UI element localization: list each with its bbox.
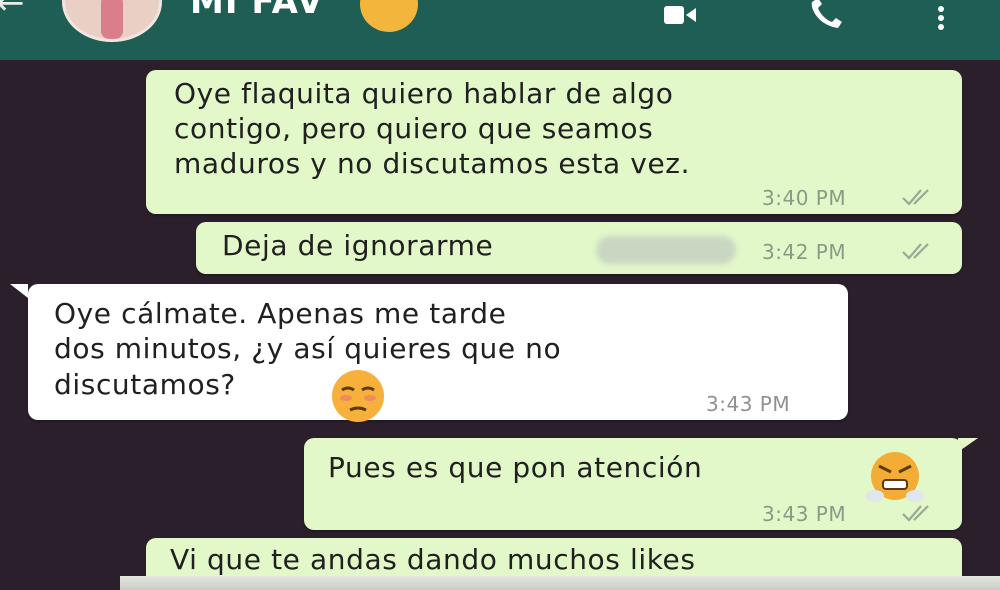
contact-name[interactable]: MI FAV — [190, 0, 324, 22]
video-call-icon[interactable] — [664, 6, 696, 24]
bottom-edge — [120, 576, 1000, 590]
more-vert-icon[interactable] — [936, 6, 946, 30]
redacted-word — [596, 236, 736, 264]
annoyed-face-emoji-icon — [332, 370, 384, 422]
heart-eyes-emoji-icon — [360, 0, 418, 32]
message-line: Vi que te andas dando muchos likes — [170, 543, 696, 576]
back-arrow-icon[interactable]: ← — [0, 0, 25, 20]
double-check-icon — [902, 505, 929, 522]
message-line: contigo, pero quiero que seamos — [174, 112, 654, 145]
message-bubble-outgoing[interactable]: Oye flaquita quiero hablar de algo conti… — [146, 70, 962, 214]
message-bubble-outgoing[interactable]: Pues es que pon atención 3:43 PM — [304, 438, 962, 530]
message-bubble-incoming[interactable]: Oye cálmate. Apenas me tarde dos minutos… — [28, 284, 848, 422]
message-time: 3:40 PM — [762, 186, 847, 210]
message-time: 3:42 PM — [762, 240, 847, 264]
message-line: Deja de ignorarme — [222, 229, 494, 262]
bubble-tail — [10, 284, 28, 298]
message-line: Pues es que pon atención — [328, 451, 703, 484]
phone-call-icon[interactable] — [808, 0, 848, 30]
avatar[interactable] — [62, 0, 162, 42]
double-check-icon — [902, 189, 929, 206]
message-line: discutamos? — [54, 368, 236, 401]
double-check-icon — [902, 243, 929, 260]
message-line: dos minutos, ¿y así quieres que no — [54, 332, 562, 365]
message-bubble-outgoing[interactable]: Deja de ignorarme 3:42 PM — [196, 222, 962, 274]
message-time: 3:43 PM — [706, 392, 791, 416]
chat-header: ← MI FAV — [0, 0, 1000, 60]
steam-from-nose-emoji-icon — [866, 452, 924, 502]
message-line: Oye cálmate. Apenas me tarde — [54, 297, 507, 330]
message-line: maduros y no discutamos esta vez. — [174, 147, 691, 180]
message-time: 3:43 PM — [762, 502, 847, 526]
message-line: Oye flaquita quiero hablar de algo — [174, 77, 674, 110]
